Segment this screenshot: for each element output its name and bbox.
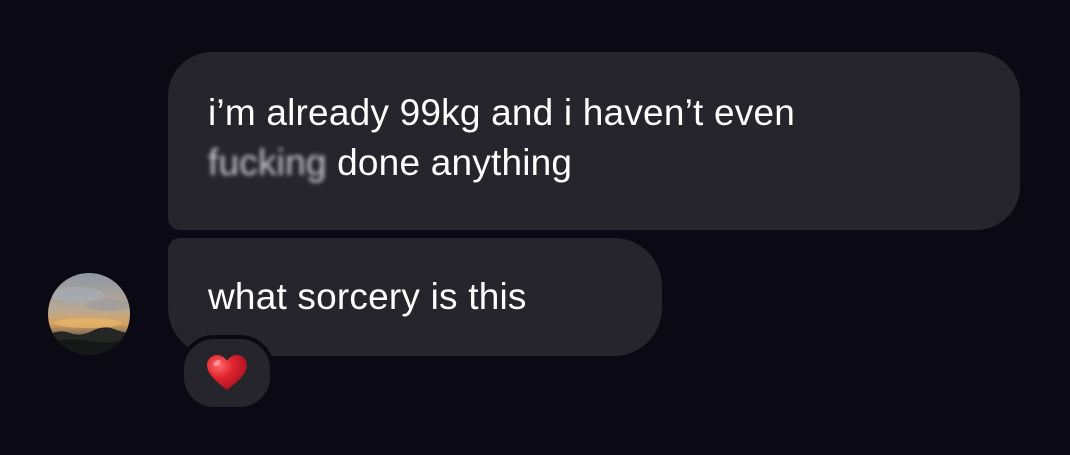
message-thread: i’m already 99kg and i haven’t even fuck…: [0, 0, 1070, 455]
message-text-line: i’m already 99kg and i haven’t even: [208, 92, 796, 133]
reaction-badge[interactable]: [180, 335, 274, 411]
message-text: what sorcery is this: [208, 276, 527, 317]
message-text-fragment: done anything: [326, 142, 573, 183]
red-heart-icon: [207, 355, 247, 390]
message-text-line: fucking done anything: [208, 138, 980, 188]
avatar[interactable]: [48, 273, 130, 355]
message-bubble[interactable]: i’m already 99kg and i haven’t even fuck…: [168, 52, 1020, 230]
censored-word: fucking: [208, 142, 327, 183]
sunset-landscape-avatar-icon: [48, 273, 130, 355]
